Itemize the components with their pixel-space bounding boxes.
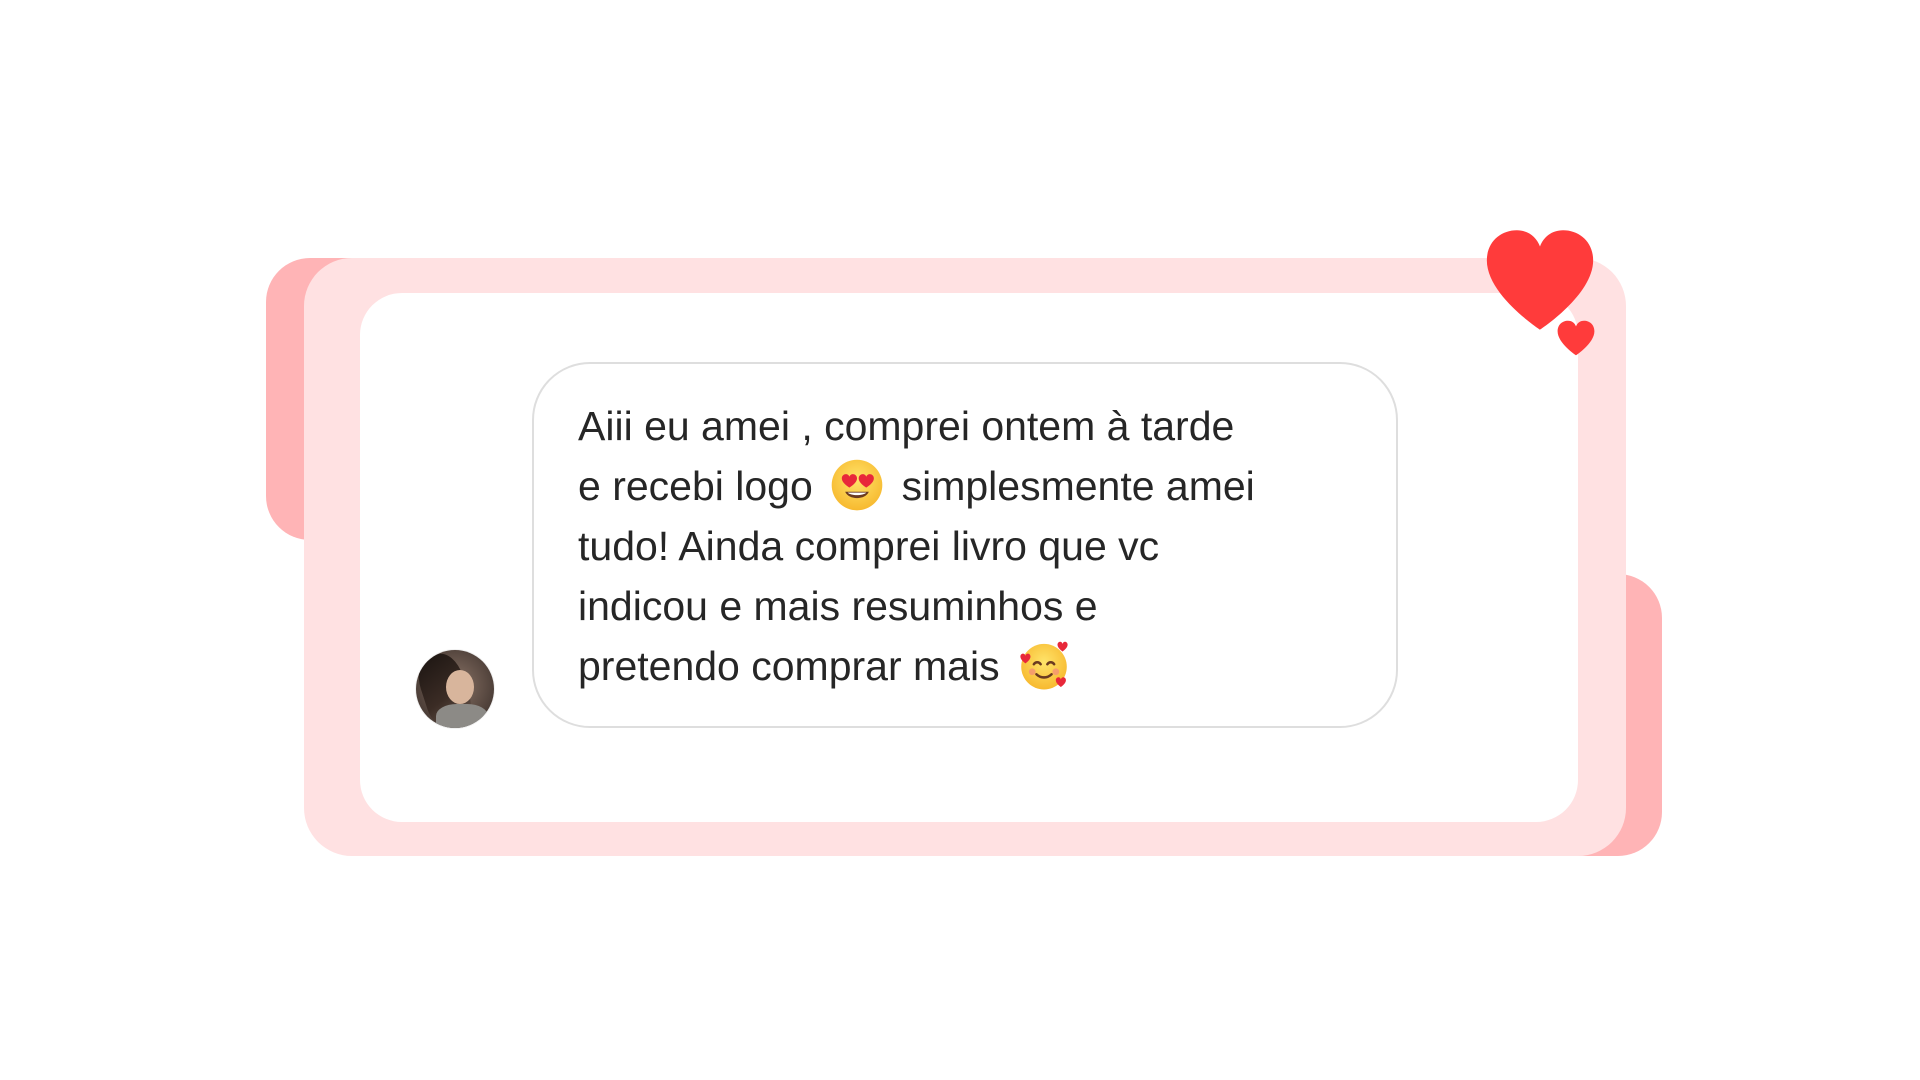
message-line-3: simplesmente amei xyxy=(901,463,1255,509)
small-heart-icon xyxy=(1557,320,1595,356)
message-line-6: pretendo comprar mais xyxy=(578,643,1000,689)
avatar-shirt xyxy=(436,704,488,728)
message-line-4: tudo! Ainda comprei livro que vc xyxy=(578,523,1160,569)
smiling-face-with-hearts-emoji-icon xyxy=(1020,641,1068,690)
avatar xyxy=(416,650,494,728)
testimonial-stage: Aiii eu amei , comprei ontem à tarde e r… xyxy=(0,0,1920,1080)
message-bubble: Aiii eu amei , comprei ontem à tarde e r… xyxy=(532,362,1398,728)
message-line-1: Aiii eu amei , comprei ontem à tarde xyxy=(578,403,1235,449)
heart-icon xyxy=(1486,230,1594,330)
message-line-2: e recebi logo xyxy=(578,463,813,509)
avatar-face xyxy=(446,670,474,704)
heart-eyes-emoji-icon xyxy=(831,459,883,511)
message-line-5: indicou e mais resuminhos e xyxy=(578,583,1098,629)
message-text: Aiii eu amei , comprei ontem à tarde e r… xyxy=(578,396,1378,696)
